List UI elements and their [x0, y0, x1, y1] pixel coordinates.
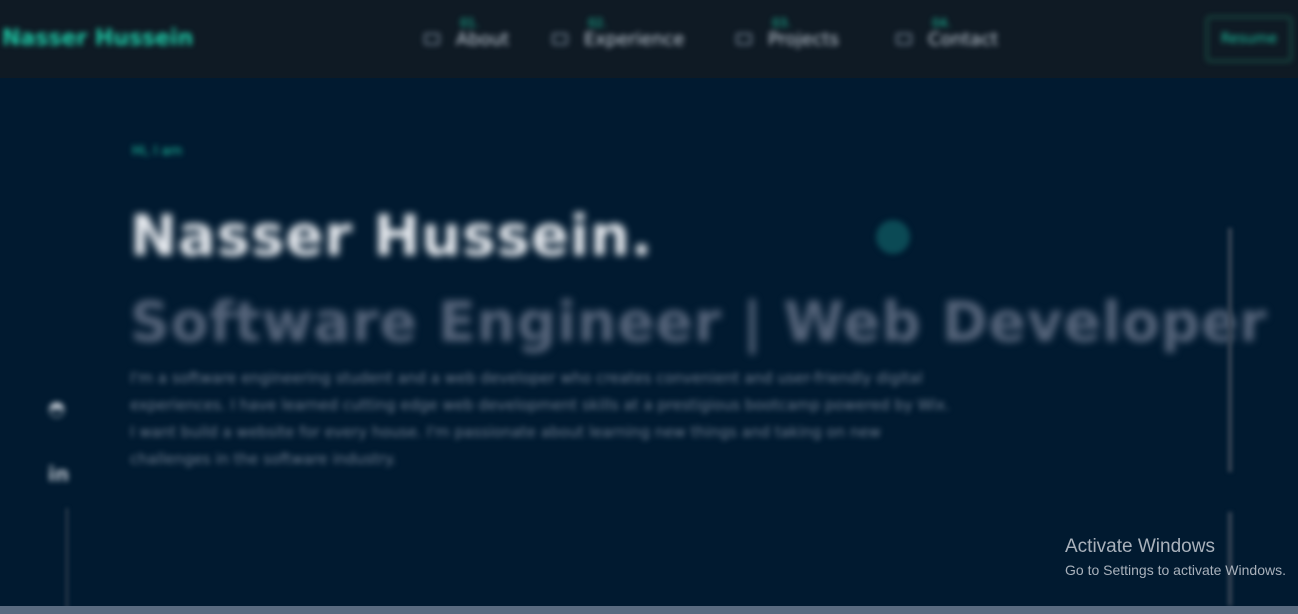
linkedin-icon[interactable]: in: [48, 462, 82, 486]
code-icon: [896, 33, 912, 45]
nav-link-label: About: [456, 28, 510, 50]
nav-link-experience[interactable]: 02. Experience: [552, 16, 685, 54]
brand-logo[interactable]: Nasser Hussein: [2, 26, 193, 51]
nav-link-number: 04.: [932, 16, 952, 30]
activate-windows-title: Activate Windows: [1065, 536, 1215, 557]
code-icon: [424, 33, 440, 45]
top-navbar: Nasser Hussein 01. About 02. Experience …: [0, 0, 1298, 78]
hero-role: Software Engineer | Web Developer: [130, 290, 1268, 354]
nav-link-number: 03.: [772, 16, 792, 30]
nav-link-label: Contact: [928, 28, 999, 50]
nav-link-projects[interactable]: 03. Projects: [736, 16, 839, 54]
nav-link-contact[interactable]: 04. Contact: [896, 16, 999, 54]
resume-button[interactable]: Resume: [1206, 16, 1292, 62]
activate-windows-watermark: Activate Windows Go to Settings to activ…: [1065, 536, 1286, 578]
nav-link-number: 02.: [588, 16, 608, 30]
code-icon: [552, 33, 568, 45]
nav-link-about[interactable]: 01. About: [424, 16, 510, 54]
portfolio-page: Nasser Hussein 01. About 02. Experience …: [0, 0, 1298, 614]
decorative-dot: [876, 220, 910, 254]
taskbar-edge: [0, 606, 1298, 614]
hero-name: Nasser Hussein.: [130, 204, 654, 269]
activate-windows-subtitle: Go to Settings to activate Windows.: [1065, 562, 1286, 578]
nav-link-number: 01.: [460, 16, 480, 30]
hero-bio: I'm a software engineering student and a…: [130, 369, 950, 468]
code-icon: [736, 33, 752, 45]
nav-link-label: Experience: [584, 28, 685, 50]
hero-greeting: Hi, I am: [132, 144, 183, 159]
github-icon[interactable]: ◓: [48, 396, 82, 420]
nav-link-label: Projects: [768, 28, 839, 50]
social-divider-line: [66, 508, 68, 614]
email-vertical-link[interactable]: [1228, 228, 1232, 472]
